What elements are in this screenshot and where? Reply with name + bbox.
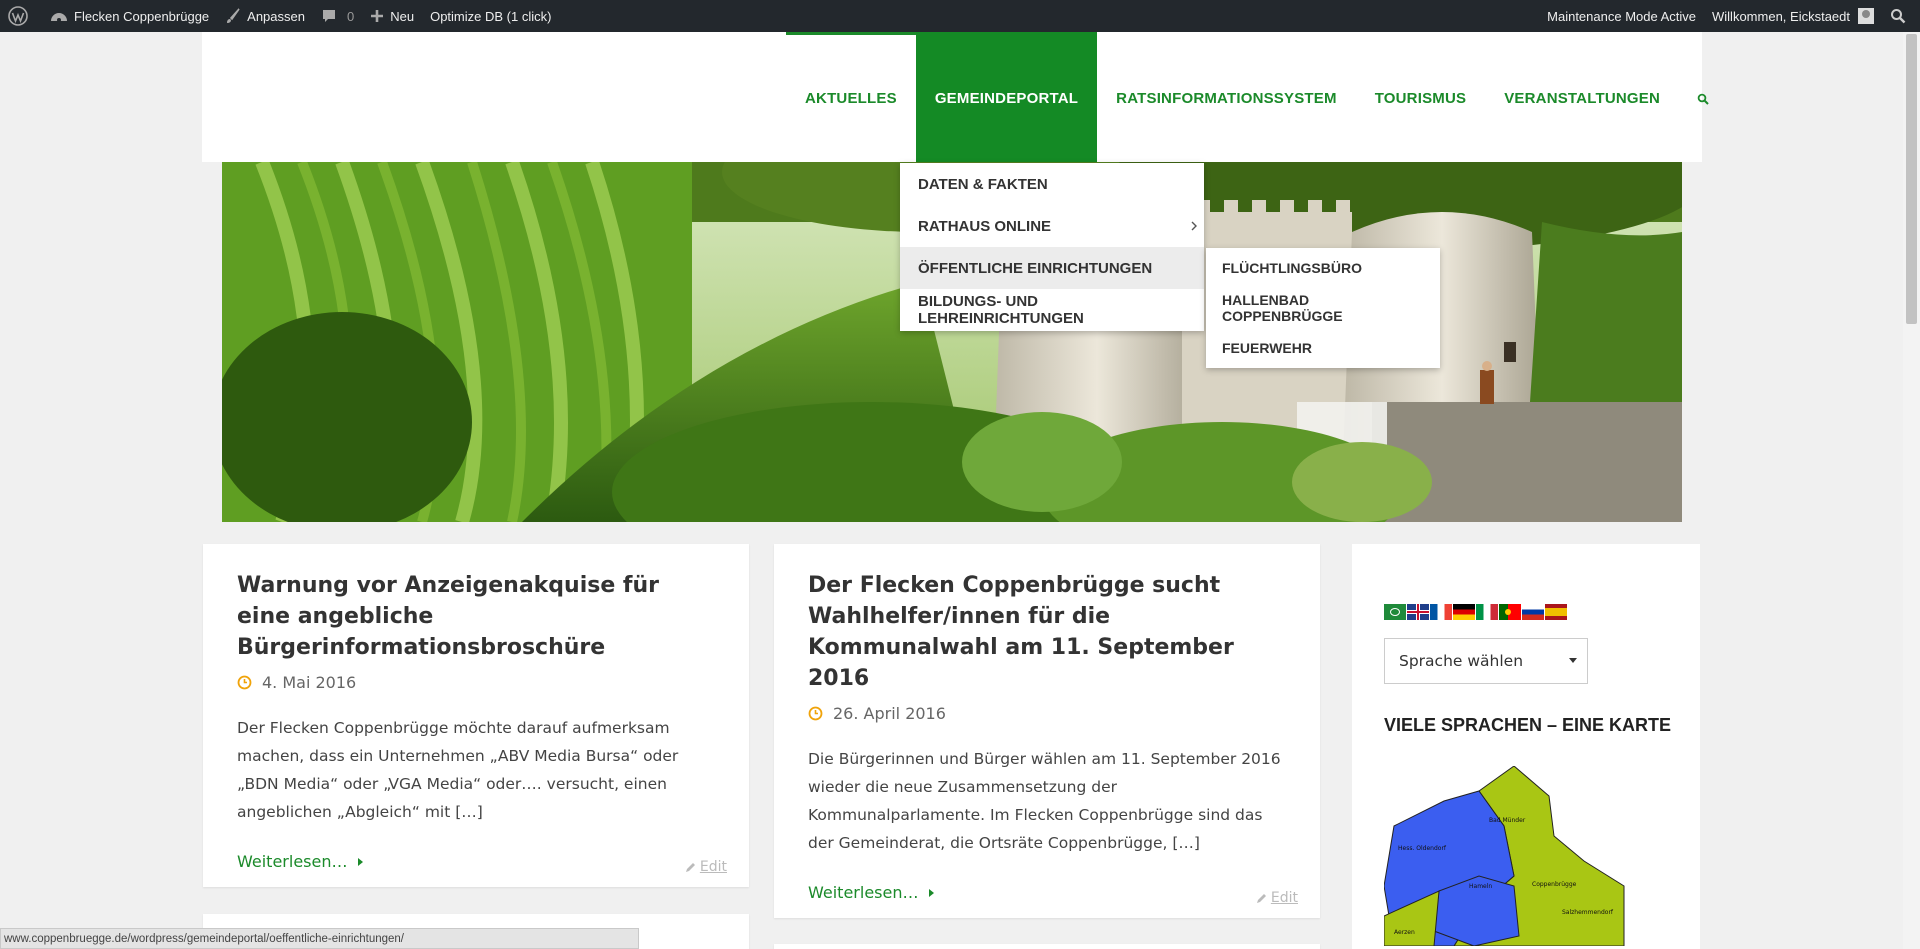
main-nav: Aktuelles Gemeindeportal Ratsinformation… (786, 32, 1727, 162)
search-icon (1697, 93, 1709, 105)
post-excerpt: Der Flecken Coppenbrügge möchte darauf a… (237, 719, 679, 821)
flag-portuguese-icon[interactable] (1499, 604, 1521, 620)
comment-icon (322, 10, 335, 22)
post-excerpt: Die Bürgerinnen und Bürger wählen am 11.… (808, 750, 1281, 852)
chevron-right-icon (1191, 221, 1197, 231)
plus-icon (371, 10, 384, 22)
nav-search-button[interactable] (1679, 32, 1727, 162)
caret-right-icon (929, 888, 935, 897)
site-header: Aktuelles Gemeindeportal Ratsinformation… (202, 32, 1709, 162)
submenu-item-hallenbad[interactable]: Hallenbad Coppenbrügge (1206, 288, 1440, 328)
clock-icon (808, 706, 823, 721)
flag-arabic-icon[interactable] (1384, 604, 1406, 620)
dropdown-item-bildungs-lehreinrichtungen[interactable]: Bildungs- und Lehreinrichtungen (900, 289, 1204, 331)
language-flags (1384, 604, 1568, 620)
customize-link[interactable]: Anpassen (217, 0, 313, 32)
new-label: Neu (390, 8, 415, 24)
status-url: www.coppenbruegge.de/wordpress/gemeindep… (4, 932, 404, 945)
edit-link[interactable]: Edit (1255, 890, 1298, 906)
flag-russian-icon[interactable] (1522, 604, 1544, 620)
site-name-link[interactable]: Flecken Coppenbrügge (42, 0, 217, 32)
map-label: Bad Münder (1489, 817, 1526, 824)
welcome-label: Willkommen, Eickstaedt (1712, 8, 1850, 24)
wordpress-logo-button[interactable] (0, 0, 42, 32)
comments-count: 0 (346, 8, 355, 24)
map-label: Aerzen (1394, 929, 1415, 936)
map-label: Hess. Oldendorf (1398, 845, 1447, 852)
maintenance-mode-link[interactable]: Maintenance Mode Active (1539, 0, 1704, 32)
scrollbar-thumb[interactable] (1906, 34, 1917, 324)
read-more-label: Weiterlesen… (808, 883, 919, 902)
dropdown-item-label: Rathaus online (918, 217, 1052, 235)
pencil-icon (1256, 893, 1266, 903)
sidebar: Sprache wählen VIELE SPRACHEN – EINE KAR… (1352, 544, 1700, 949)
dropdown-item-oeffentliche-einrichtungen[interactable]: Öffentliche Einrichtungen (900, 247, 1204, 289)
dropdown-arrow-icon (1569, 658, 1577, 663)
edit-link[interactable]: Edit (684, 859, 727, 875)
flag-italian-icon[interactable] (1476, 604, 1498, 620)
map-label: Hameln (1469, 883, 1492, 890)
map-label: Coppenbrügge (1532, 881, 1577, 888)
nav-item-aktuelles[interactable]: Aktuelles (786, 32, 916, 162)
post-date: 26. April 2016 (808, 704, 1286, 723)
flag-english-icon[interactable] (1407, 604, 1429, 620)
map-label: Salzhemmendorf (1562, 909, 1614, 916)
read-more-link[interactable]: Weiterlesen… (237, 852, 715, 871)
brush-icon (227, 8, 240, 23)
nav-item-gemeindeportal[interactable]: Gemeindeportal (915, 32, 1098, 162)
post-title[interactable]: Warnung vor Anzeigenakquise für eine ang… (237, 570, 715, 663)
flag-spanish-icon[interactable] (1545, 604, 1567, 620)
clock-icon (237, 675, 252, 690)
customize-label: Anpassen (247, 8, 305, 24)
search-icon (1891, 9, 1906, 24)
language-select-value: Sprache wählen (1399, 652, 1524, 670)
account-menu[interactable]: Willkommen, Eickstaedt (1704, 0, 1882, 32)
flag-german-icon[interactable] (1453, 604, 1475, 620)
dropdown-item-daten-fakten[interactable]: Daten & Fakten (900, 163, 1204, 205)
read-more-link[interactable]: Weiterlesen… (808, 883, 1286, 902)
dropdown-item-label: Daten & Fakten (918, 175, 1048, 193)
post-date: 4. Mai 2016 (237, 673, 715, 692)
avatar (1858, 8, 1874, 24)
widget-title: VIELE SPRACHEN – EINE KARTE (1384, 715, 1672, 735)
oeffentliche-einrichtungen-submenu: Flüchtlingsbüro Hallenbad Coppenbrügge F… (1206, 248, 1440, 368)
site-name: Flecken Coppenbrügge (74, 8, 210, 24)
pencil-icon (685, 862, 695, 872)
optimize-label: Optimize DB (1 click) (430, 8, 552, 24)
read-more-label: Weiterlesen… (237, 852, 348, 871)
optimize-db-link[interactable]: Optimize DB (1 click) (422, 0, 559, 32)
nav-item-tourismus[interactable]: Tourismus (1356, 32, 1486, 162)
caret-right-icon (358, 857, 364, 866)
comments-link[interactable]: 0 (313, 0, 362, 32)
hameln-pyrmont-map: Bad Münder Hess. Oldendorf Coppenbrügge … (1383, 765, 1625, 947)
nav-item-ratsinformationssystem[interactable]: Ratsinformationssystem (1097, 32, 1356, 162)
dashboard-icon (51, 13, 67, 22)
dropdown-item-rathaus-online[interactable]: Rathaus online (900, 205, 1204, 247)
new-content-link[interactable]: Neu (362, 0, 422, 32)
admin-bar: Flecken Coppenbrügge Anpassen 0 Neu Opti… (0, 0, 1920, 32)
edit-label: Edit (1270, 890, 1298, 906)
post-card: Der Flecken Coppenbrügge sucht Wahlhelfe… (774, 544, 1320, 918)
edit-label: Edit (699, 859, 727, 875)
wordpress-icon (8, 6, 28, 26)
post-date-text: 26. April 2016 (833, 704, 946, 723)
maintenance-label: Maintenance Mode Active (1547, 8, 1697, 24)
dropdown-item-label: Bildungs- und Lehreinrichtungen (918, 293, 1084, 327)
post-title[interactable]: Der Flecken Coppenbrügge sucht Wahlhelfe… (808, 570, 1286, 694)
submenu-item-feuerwehr[interactable]: Feuerwehr (1206, 328, 1440, 368)
district-map[interactable]: Bad Münder Hess. Oldendorf Coppenbrügge … (1383, 765, 1634, 949)
post-card: Warnung vor Anzeigenakquise für eine ang… (203, 544, 749, 887)
nav-item-veranstaltungen[interactable]: Veranstaltungen (1485, 32, 1679, 162)
dropdown-item-label: Öffentliche Einrichtungen (918, 259, 1153, 277)
language-select[interactable]: Sprache wählen (1384, 638, 1588, 684)
flag-french-icon[interactable] (1430, 604, 1452, 620)
gemeindeportal-dropdown: Daten & Fakten Rathaus online Öffentlich… (900, 163, 1204, 331)
post-card (774, 944, 1320, 949)
admin-search-button[interactable] (1882, 0, 1920, 32)
post-date-text: 4. Mai 2016 (262, 673, 357, 692)
browser-status-bar: www.coppenbruegge.de/wordpress/gemeindep… (0, 928, 639, 949)
submenu-item-fluechtlingsbuero[interactable]: Flüchtlingsbüro (1206, 248, 1440, 288)
